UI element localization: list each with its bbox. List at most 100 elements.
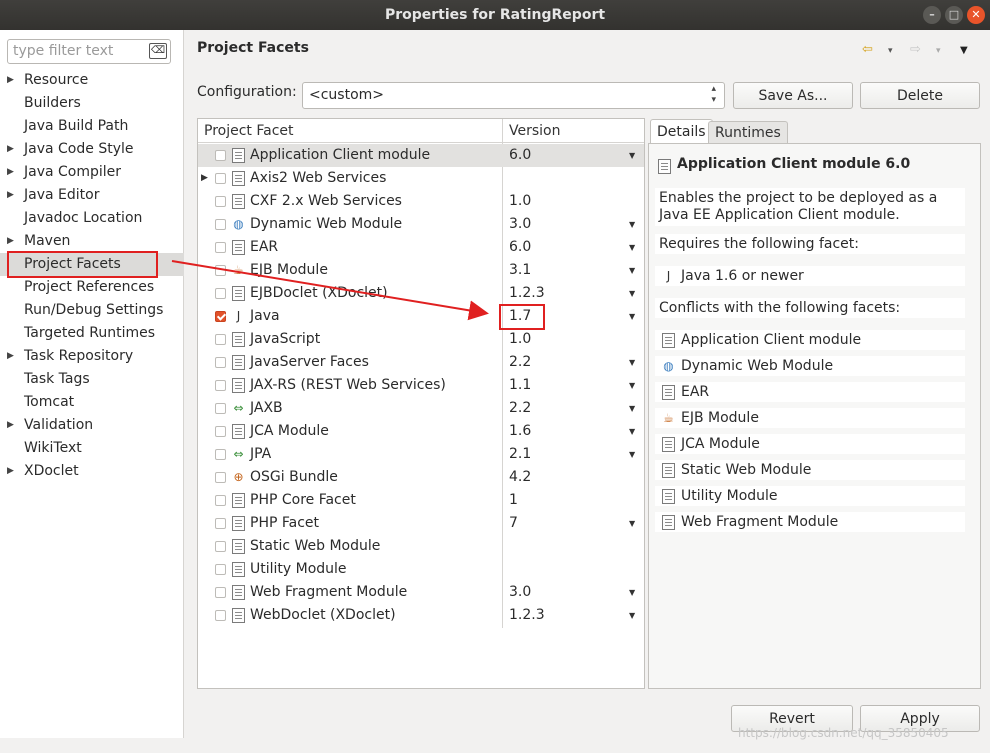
nav-item-java-code-style[interactable]: ▶ Java Code Style (0, 138, 184, 161)
table-row[interactable]: CXF 2.x Web Services 1.0 (198, 190, 644, 213)
expand-arrow-icon[interactable]: ▶ (201, 167, 208, 190)
table-row[interactable]: Web Fragment Module 3.0 ▼ (198, 581, 644, 604)
maximize-icon[interactable]: □ (945, 6, 963, 24)
facet-checkbox[interactable] (215, 150, 226, 161)
table-row[interactable]: EJBDoclet (XDoclet) 1.2.3 ▼ (198, 282, 644, 305)
version-dropdown-icon[interactable]: ▼ (629, 259, 635, 282)
facet-version[interactable]: 1.0 (509, 190, 531, 213)
facet-checkbox[interactable] (215, 288, 226, 299)
forward-arrow-icon[interactable]: ⇨ (910, 42, 921, 62)
nav-item-run-debug-settings[interactable]: Run/Debug Settings (0, 299, 184, 322)
facet-version[interactable]: 1.6 (509, 420, 531, 443)
facet-checkbox[interactable] (215, 610, 226, 621)
table-row[interactable]: ▶ Axis2 Web Services (198, 167, 644, 190)
facet-checkbox[interactable] (215, 449, 226, 460)
version-dropdown-icon[interactable]: ▼ (629, 213, 635, 236)
expand-arrow-icon[interactable]: ▶ (7, 138, 14, 161)
forward-history-dropdown-icon[interactable]: ▾ (936, 46, 941, 66)
expand-arrow-icon[interactable]: ▶ (7, 345, 14, 368)
save-as-button[interactable]: Save As... (733, 82, 853, 109)
table-row[interactable]: PHP Core Facet 1 (198, 489, 644, 512)
configuration-select[interactable]: <custom> ▴ ▾ (302, 82, 725, 109)
column-header-facet[interactable]: Project Facet (198, 119, 502, 143)
close-icon[interactable]: ✕ (967, 6, 985, 24)
column-header-version[interactable]: Version (502, 119, 644, 143)
nav-item-project-references[interactable]: Project References (0, 276, 184, 299)
nav-item-builders[interactable]: Builders (0, 92, 184, 115)
version-dropdown-icon[interactable]: ▼ (629, 604, 635, 627)
version-dropdown-icon[interactable]: ▼ (629, 581, 635, 604)
table-row[interactable]: Static Web Module (198, 535, 644, 558)
facet-version[interactable]: 3.0 (509, 213, 531, 236)
facet-version[interactable]: 2.2 (509, 397, 531, 420)
version-dropdown-icon[interactable]: ▼ (629, 443, 635, 466)
filter-input[interactable]: type filter text ⌫ (7, 39, 171, 64)
nav-item-task-tags[interactable]: Task Tags (0, 368, 184, 391)
table-row[interactable]: JavaServer Faces 2.2 ▼ (198, 351, 644, 374)
facet-checkbox[interactable] (215, 587, 226, 598)
facet-version[interactable]: 1 (509, 489, 518, 512)
nav-item-task-repository[interactable]: ▶ Task Repository (0, 345, 184, 368)
facet-checkbox[interactable] (215, 380, 226, 391)
version-dropdown-icon[interactable]: ▼ (629, 512, 635, 535)
nav-item-resource[interactable]: ▶ Resource (0, 69, 184, 92)
table-row[interactable]: JavaScript 1.0 (198, 328, 644, 351)
facet-checkbox[interactable] (215, 495, 226, 506)
facet-checkbox[interactable] (215, 403, 226, 414)
facet-version[interactable]: 3.0 (509, 581, 531, 604)
nav-item-wikitext[interactable]: WikiText (0, 437, 184, 460)
expand-arrow-icon[interactable]: ▶ (7, 414, 14, 437)
tab-runtimes[interactable]: Runtimes (708, 121, 788, 144)
delete-button[interactable]: Delete (860, 82, 980, 109)
nav-item-maven[interactable]: ▶ Maven (0, 230, 184, 253)
facet-checkbox[interactable] (215, 357, 226, 368)
clear-filter-icon[interactable]: ⌫ (149, 43, 167, 59)
nav-item-tomcat[interactable]: Tomcat (0, 391, 184, 414)
facet-checkbox[interactable] (215, 173, 226, 184)
tab-details[interactable]: Details (650, 119, 713, 144)
facet-version[interactable]: 4.2 (509, 466, 531, 489)
table-row[interactable]: JAX-RS (REST Web Services) 1.1 ▼ (198, 374, 644, 397)
nav-item-java-editor[interactable]: ▶ Java Editor (0, 184, 184, 207)
nav-item-targeted-runtimes[interactable]: Targeted Runtimes (0, 322, 184, 345)
version-dropdown-icon[interactable]: ▼ (629, 236, 635, 259)
facet-checkbox[interactable] (215, 219, 226, 230)
view-menu-icon[interactable]: ▼ (960, 45, 968, 65)
expand-arrow-icon[interactable]: ▶ (7, 184, 14, 207)
facet-checkbox[interactable] (215, 518, 226, 529)
facet-version[interactable]: 1.2.3 (509, 282, 545, 305)
table-row[interactable]: Application Client module 6.0 ▼ (198, 144, 644, 167)
version-dropdown-icon[interactable]: ▼ (629, 144, 635, 167)
table-row[interactable]: ⇔ JPA 2.1 ▼ (198, 443, 644, 466)
facet-version[interactable]: 2.1 (509, 443, 531, 466)
facet-checkbox[interactable] (215, 541, 226, 552)
nav-item-validation[interactable]: ▶ Validation (0, 414, 184, 437)
nav-item-java-build-path[interactable]: Java Build Path (0, 115, 184, 138)
facet-version[interactable]: 1.0 (509, 328, 531, 351)
nav-item-java-compiler[interactable]: ▶ Java Compiler (0, 161, 184, 184)
table-row[interactable]: ☕ EJB Module 3.1 ▼ (198, 259, 644, 282)
facet-version[interactable]: 1.2.3 (509, 604, 545, 627)
facet-checkbox[interactable] (215, 265, 226, 276)
version-dropdown-icon[interactable]: ▼ (629, 305, 635, 328)
table-row[interactable]: EAR 6.0 ▼ (198, 236, 644, 259)
nav-item-javadoc-location[interactable]: Javadoc Location (0, 207, 184, 230)
version-dropdown-icon[interactable]: ▼ (629, 351, 635, 374)
back-arrow-icon[interactable]: ⇦ (862, 42, 873, 62)
facet-version[interactable]: 3.1 (509, 259, 531, 282)
facet-version[interactable]: 2.2 (509, 351, 531, 374)
back-history-dropdown-icon[interactable]: ▾ (888, 46, 893, 66)
table-row[interactable]: Utility Module (198, 558, 644, 581)
table-row[interactable]: PHP Facet 7 ▼ (198, 512, 644, 535)
facet-version[interactable]: 6.0 (509, 236, 531, 259)
minimize-icon[interactable]: – (923, 6, 941, 24)
nav-item-xdoclet[interactable]: ▶ XDoclet (0, 460, 184, 483)
version-dropdown-icon[interactable]: ▼ (629, 282, 635, 305)
expand-arrow-icon[interactable]: ▶ (7, 161, 14, 184)
table-row[interactable]: ⊕ OSGi Bundle 4.2 (198, 466, 644, 489)
facet-checkbox[interactable] (215, 334, 226, 345)
facet-checkbox[interactable] (215, 196, 226, 207)
facet-checkbox[interactable] (215, 311, 226, 322)
expand-arrow-icon[interactable]: ▶ (7, 69, 14, 92)
version-dropdown-icon[interactable]: ▼ (629, 397, 635, 420)
